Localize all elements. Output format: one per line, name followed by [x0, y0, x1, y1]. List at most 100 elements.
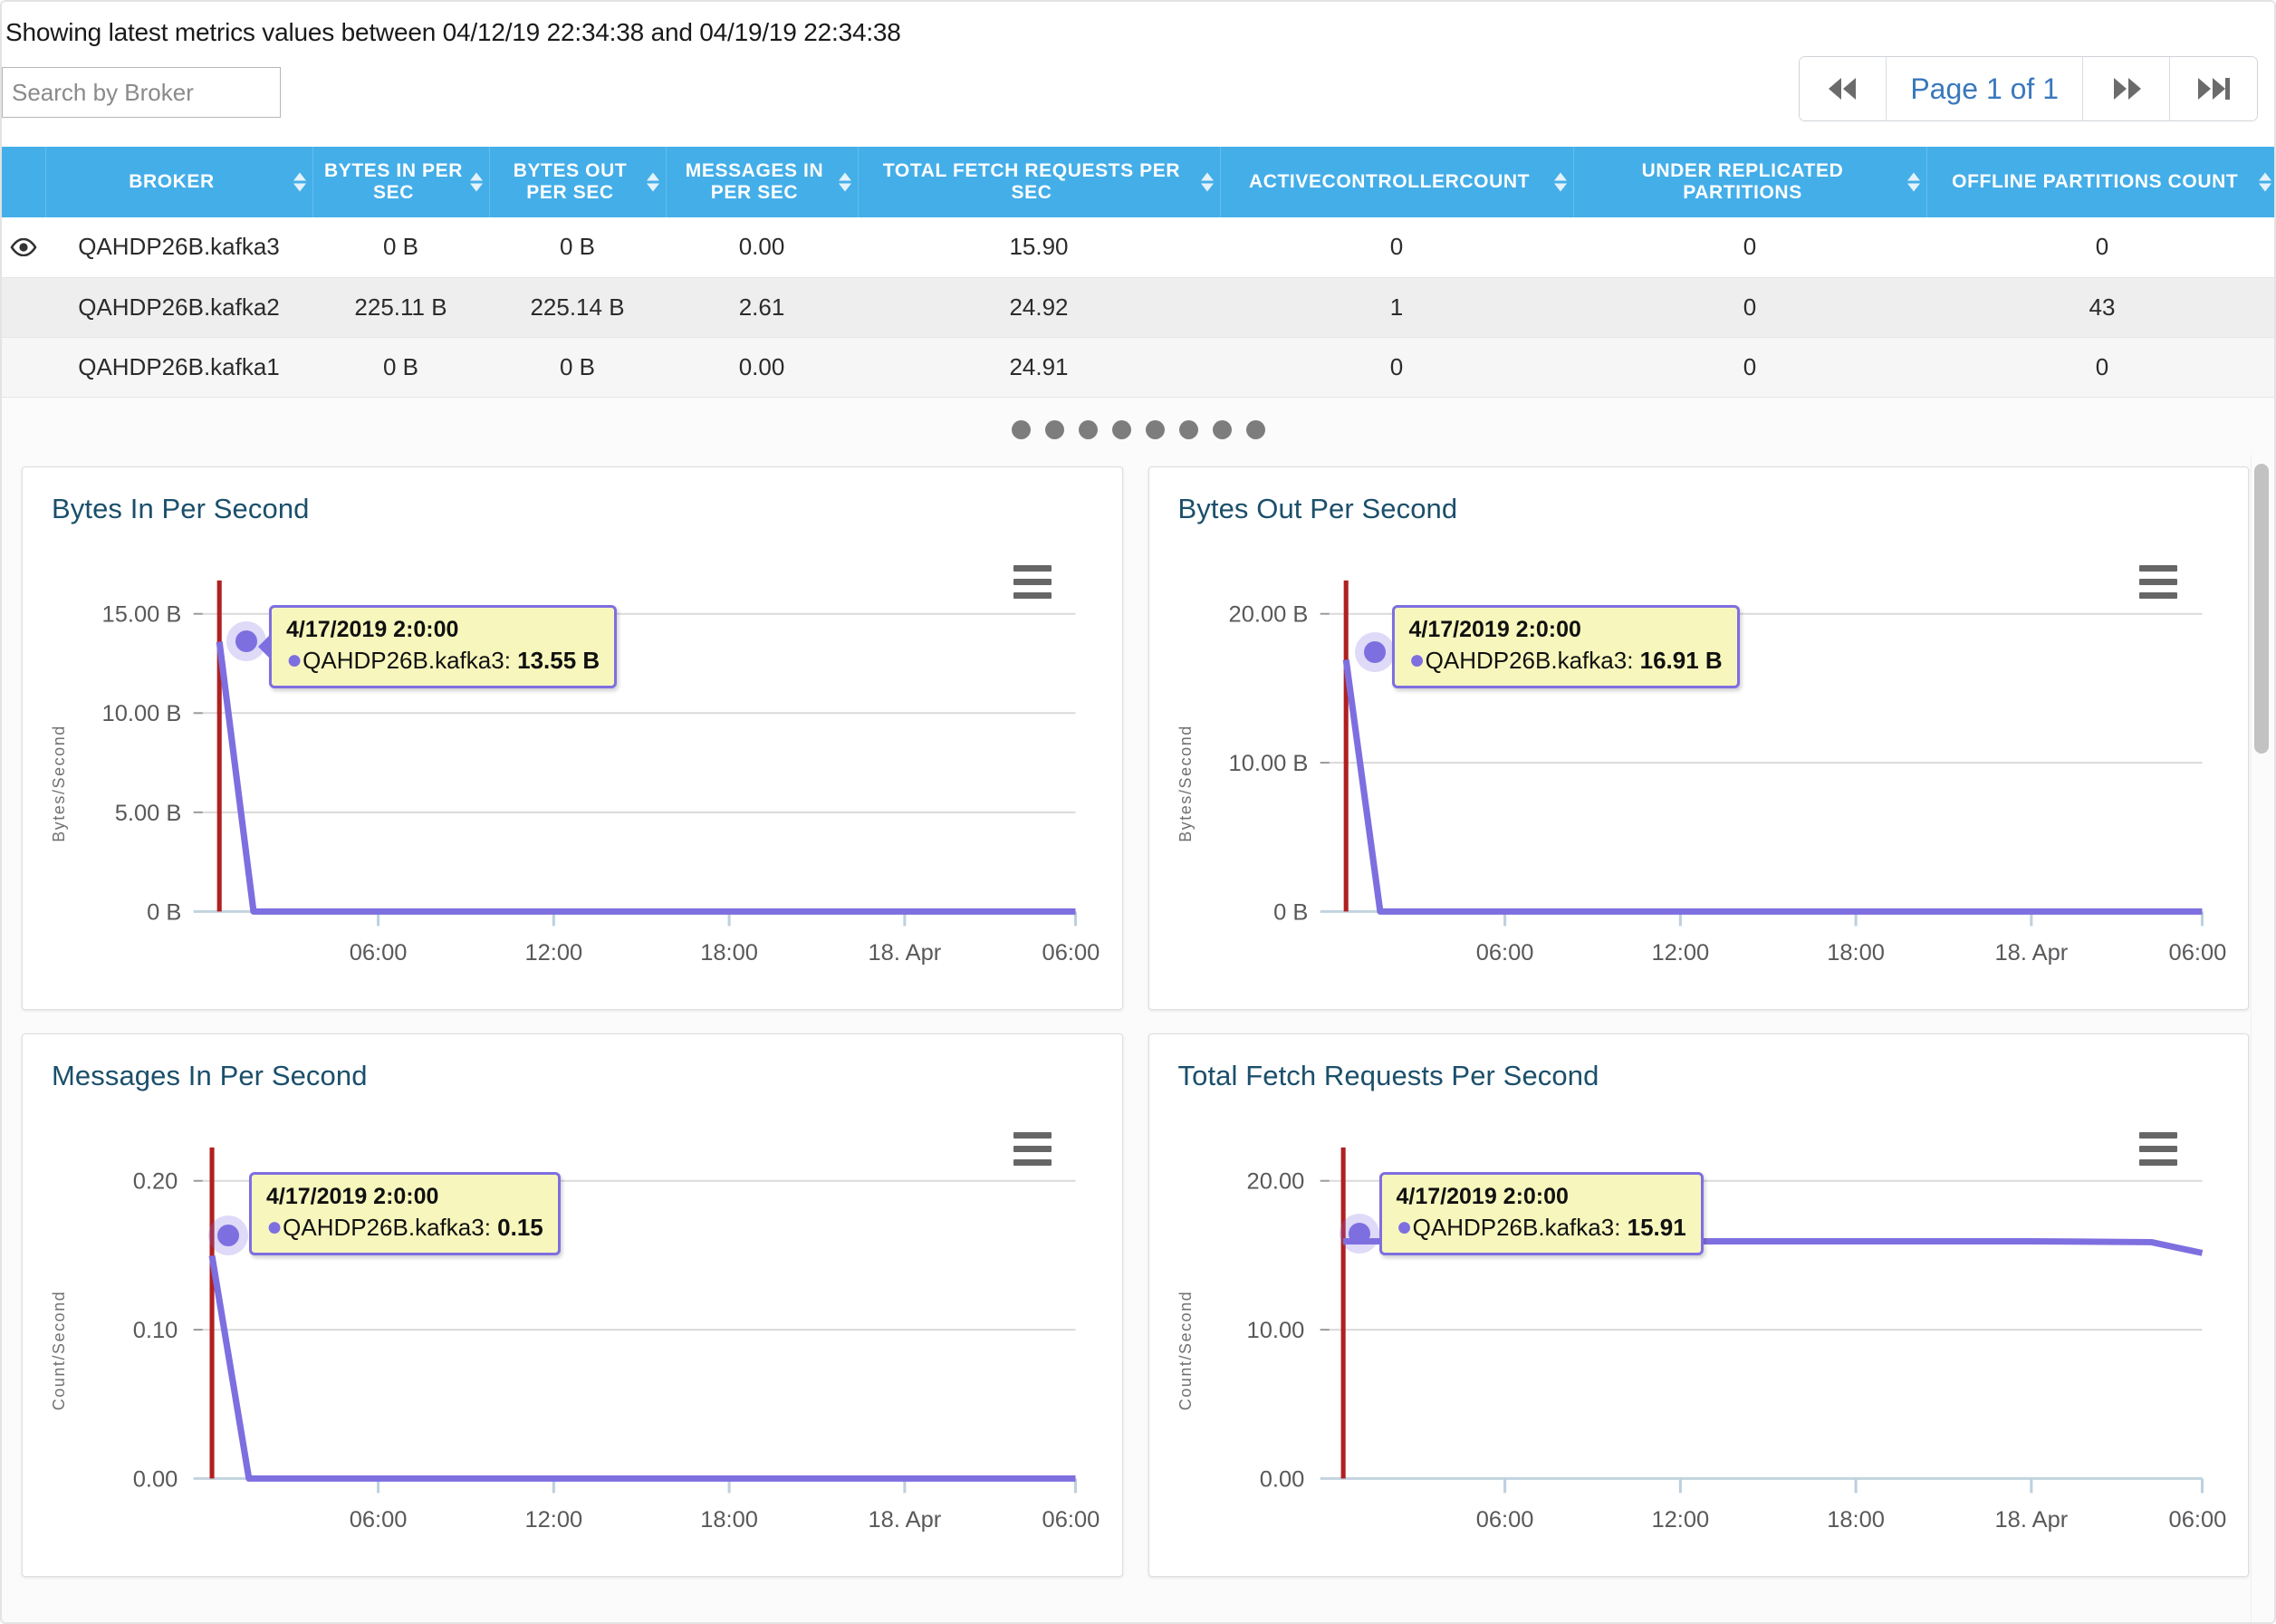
- column-header-activecontrollercount[interactable]: ACTIVECONTROLLERCOUNT: [1220, 147, 1574, 217]
- table-header-row: BROKER BYTES IN PER SEC BYTES OUT PER SE…: [2, 147, 2274, 217]
- tooltip-arrow-icon: [258, 634, 270, 658]
- page-indicator[interactable]: Page 1 of 1: [1887, 57, 2083, 120]
- scrollbar-thumb[interactable]: [2254, 464, 2269, 754]
- svg-text:20.00 B: 20.00 B: [1228, 601, 1308, 627]
- column-header-under-replicated-partitions[interactable]: UNDER REPLICATED PARTITIONS: [1573, 147, 1927, 217]
- series-bullet-icon: ●: [286, 644, 303, 675]
- carousel-dot[interactable]: [1212, 420, 1232, 439]
- top-bar: Showing latest metrics values between 04…: [2, 2, 2274, 147]
- brokers-table: BROKER BYTES IN PER SEC BYTES OUT PER SE…: [2, 147, 2274, 398]
- carousel-dot[interactable]: [1011, 420, 1031, 439]
- svg-text:Bytes/Second: Bytes/Second: [50, 725, 68, 842]
- sort-arrows-icon[interactable]: [293, 172, 306, 192]
- column-label: OFFLINE PARTITIONS COUNT: [1952, 170, 2239, 192]
- series-bullet-icon: ●: [266, 1211, 283, 1242]
- sort-arrows-icon[interactable]: [1553, 172, 1567, 192]
- cell-active-controller: 0: [1220, 217, 1573, 278]
- svg-text:12:00: 12:00: [524, 940, 582, 966]
- svg-text:06:00: 06:00: [1042, 1507, 1100, 1533]
- svg-text:12:00: 12:00: [524, 1507, 582, 1533]
- sort-arrows-icon[interactable]: [646, 172, 659, 192]
- series-bullet-icon: ●: [1408, 644, 1426, 675]
- svg-text:Count/Second: Count/Second: [50, 1290, 68, 1410]
- chart-tooltip: 4/17/2019 2:0:00 ●QAHDP26B.kafka3: 15.91: [1378, 1171, 1704, 1255]
- chart-highlight-marker[interactable]: [1354, 631, 1395, 672]
- chart-row-2: Messages In Per Second 0.20 0.10 0.00 06…: [22, 1033, 2249, 1577]
- tooltip-series-name: QAHDP26B.kafka3: [1425, 646, 1628, 674]
- vertical-scrollbar[interactable]: [2251, 455, 2271, 1622]
- table-row[interactable]: QAHDP26B.kafka1 0 B 0 B 0.00 24.91 0 0 0: [2, 337, 2274, 398]
- tooltip-series-row: ●QAHDP26B.kafka3: 13.55 B: [286, 644, 600, 675]
- sort-arrows-icon[interactable]: [469, 172, 483, 192]
- last-page-button[interactable]: [2170, 57, 2257, 120]
- sort-arrows-icon[interactable]: [1906, 172, 1920, 192]
- chart-highlight-marker[interactable]: [1339, 1213, 1379, 1254]
- column-header-bytes-out-per-sec[interactable]: BYTES OUT PER SEC: [489, 147, 667, 217]
- tooltip-series-row: ●QAHDP26B.kafka3: 0.15: [266, 1211, 543, 1242]
- svg-text:18:00: 18:00: [1827, 1507, 1885, 1533]
- row-eye-cell[interactable]: [2, 217, 45, 278]
- sort-arrows-icon[interactable]: [2259, 172, 2271, 192]
- first-page-button[interactable]: [1800, 57, 1887, 120]
- cell-broker: QAHDP26B.kafka3: [45, 217, 312, 278]
- chart-card-messages-in-per-second: Messages In Per Second 0.20 0.10 0.00 06…: [22, 1033, 1123, 1577]
- svg-text:18. Apr: 18. Apr: [868, 1507, 941, 1533]
- cell-total-fetch: 24.91: [858, 337, 1220, 398]
- column-header-bytes-in-per-sec[interactable]: BYTES IN PER SEC: [312, 147, 490, 217]
- sort-arrows-icon[interactable]: [1200, 172, 1214, 192]
- column-header-total-fetch-requests-per-sec[interactable]: TOTAL FETCH REQUESTS PER SEC: [858, 147, 1221, 217]
- cell-broker: QAHDP26B.kafka1: [45, 337, 312, 398]
- table-row[interactable]: QAHDP26B.kafka3 0 B 0 B 0.00 15.90 0 0 0: [2, 217, 2274, 278]
- svg-text:10.00 B: 10.00 B: [1228, 751, 1308, 776]
- svg-text:06:00: 06:00: [1475, 940, 1533, 966]
- row-eye-cell[interactable]: [2, 337, 45, 398]
- double-chevron-right-icon: [2108, 74, 2145, 103]
- svg-text:12:00: 12:00: [1651, 1507, 1709, 1533]
- carousel-dot[interactable]: [1245, 420, 1265, 439]
- column-label: ACTIVECONTROLLERCOUNT: [1248, 170, 1531, 192]
- sort-arrows-icon[interactable]: [838, 172, 851, 192]
- column-header-offline-partitions-count[interactable]: OFFLINE PARTITIONS COUNT: [1926, 147, 2274, 217]
- search-broker-input[interactable]: [2, 67, 281, 118]
- carousel-dot[interactable]: [1178, 420, 1198, 439]
- tooltip-date: 4/17/2019 2:0:00: [266, 1183, 439, 1209]
- svg-text:06:00: 06:00: [2168, 940, 2226, 966]
- tooltip-series-row: ●QAHDP26B.kafka3: 16.91 B: [1408, 644, 1723, 675]
- cell-messages-in: 0.00: [666, 217, 858, 278]
- charts-area: Bytes In Per Second 15.00 B 10.00 B 5.00…: [2, 463, 2274, 1577]
- carousel-dot[interactable]: [1111, 420, 1131, 439]
- column-label: TOTAL FETCH REQUESTS PER SEC: [882, 159, 1181, 203]
- tooltip-date: 4/17/2019 2:0:00: [286, 616, 459, 642]
- cell-offline-partitions: 0: [1926, 337, 2274, 398]
- chart-tooltip: 4/17/2019 2:0:00 ●QAHDP26B.kafka3: 13.55…: [258, 604, 618, 688]
- metrics-page: Showing latest metrics values between 04…: [0, 0, 2276, 1624]
- column-header-broker[interactable]: BROKER: [45, 147, 313, 217]
- svg-text:0 B: 0 B: [1273, 899, 1308, 925]
- tooltip-series-name: QAHDP26B.kafka3: [283, 1213, 485, 1241]
- cell-active-controller: 1: [1220, 277, 1573, 338]
- svg-text:06:00: 06:00: [1042, 940, 1100, 966]
- column-label: UNDER REPLICATED PARTITIONS: [1641, 159, 1844, 203]
- svg-text:18:00: 18:00: [700, 1507, 758, 1533]
- row-eye-cell[interactable]: [2, 277, 45, 338]
- column-header-messages-in-per-sec[interactable]: MESSAGES IN PER SEC: [666, 147, 859, 217]
- carousel-indicators: [2, 397, 2274, 463]
- chart-card-total-fetch-requests-per-second: Total Fetch Requests Per Second 20.00 10…: [1148, 1033, 2249, 1577]
- carousel-dot[interactable]: [1078, 420, 1098, 439]
- carousel-dot[interactable]: [1145, 420, 1165, 439]
- cell-bytes-in: 0 B: [312, 337, 489, 398]
- search-row: Page 1 of 1: [2, 56, 2274, 121]
- cell-offline-partitions: 0: [1926, 217, 2274, 278]
- cell-offline-partitions: 43: [1926, 277, 2274, 338]
- carousel-dot[interactable]: [1044, 420, 1064, 439]
- svg-text:20.00: 20.00: [1246, 1168, 1304, 1194]
- chart-highlight-marker[interactable]: [208, 1215, 248, 1255]
- svg-text:06:00: 06:00: [2168, 1507, 2226, 1533]
- tooltip-series-row: ●QAHDP26B.kafka3: 15.91: [1396, 1211, 1686, 1242]
- cell-broker: QAHDP26B.kafka2: [45, 277, 312, 338]
- eye-icon[interactable]: [2, 237, 45, 256]
- table-row[interactable]: QAHDP26B.kafka2 225.11 B 225.14 B 2.61 2…: [2, 277, 2274, 338]
- next-page-button[interactable]: [2083, 57, 2170, 120]
- svg-text:0 B: 0 B: [147, 899, 181, 925]
- cell-messages-in: 2.61: [666, 277, 858, 338]
